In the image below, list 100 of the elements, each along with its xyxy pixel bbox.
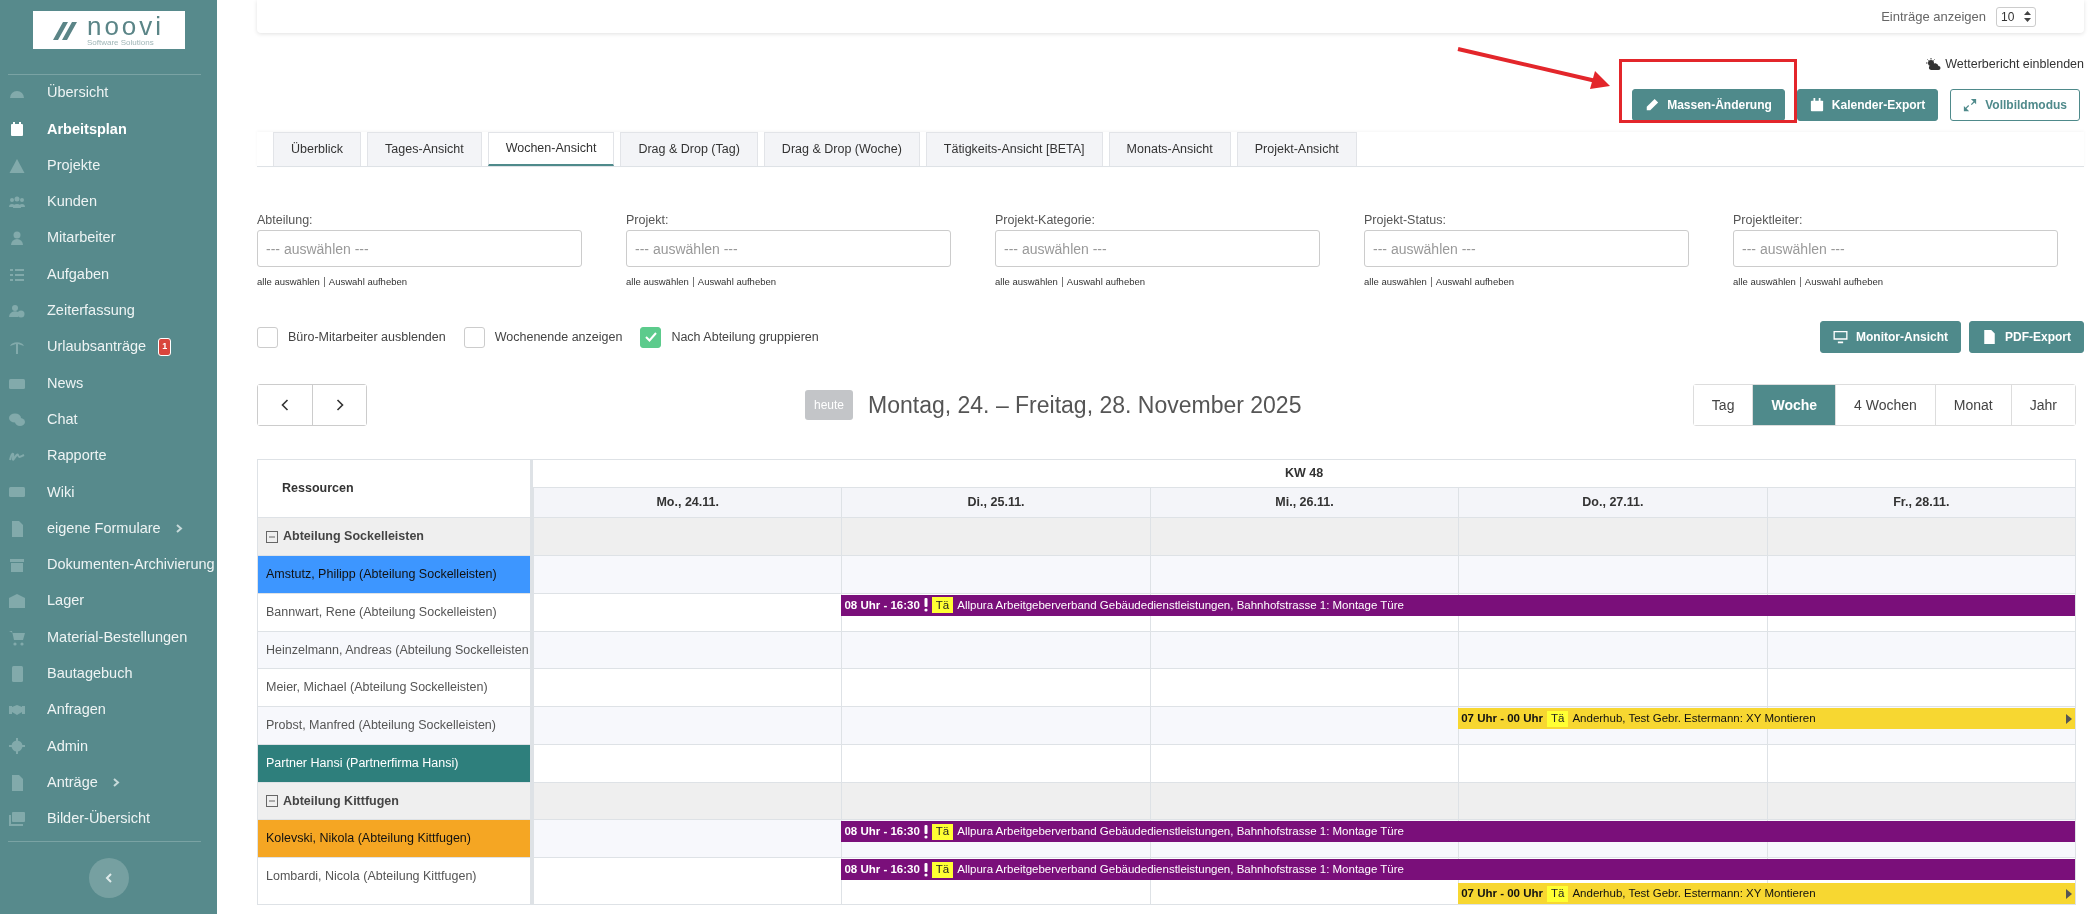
day-header: Do., 27.11. <box>1458 488 1767 518</box>
sidebar-item[interactable]: Anträge <box>0 764 217 801</box>
view-tab[interactable]: Projekt-Ansicht <box>1236 132 1357 166</box>
resource-name: Partner Hansi (Partnerfirma Hansi) <box>258 744 533 782</box>
event-tag: Tä <box>931 597 954 614</box>
sidebar-item[interactable]: Dokumenten-Archivierung <box>0 546 217 584</box>
collapse-sidebar-button[interactable] <box>88 858 129 899</box>
logo-text: noovi <box>86 13 165 39</box>
notification-badge: 1 <box>158 338 172 356</box>
clear-selection-link[interactable]: Auswahl aufheben <box>697 276 777 287</box>
select-all-link[interactable]: alle auswählen <box>257 276 320 287</box>
calendar-icon <box>8 121 26 138</box>
weather-toggle-link[interactable]: Wetterbericht einblenden <box>1945 54 2084 74</box>
checkbox[interactable] <box>463 326 485 348</box>
export-button[interactable]: PDF-Export <box>1969 321 2084 354</box>
clear-selection-link[interactable]: Auswahl aufheben <box>1435 276 1515 287</box>
export-button[interactable]: Monitor-Ansicht <box>1820 321 1961 354</box>
calendar-event[interactable]: 08 Uhr - 16:30 Tä Allpura Arbeitgeberverband Gebäudedienstleistungen, Bahnhofstrasse 1: Montage Türe <box>841 859 2075 880</box>
view-tab[interactable]: Überblick <box>273 132 362 166</box>
calendar-event[interactable]: 08 Uhr - 16:30 Tä Allpura Arbeitgeberverband Gebäudedienstleistungen, Bahnhofstrasse 1: Montage Türe <box>841 594 2075 616</box>
view-tab[interactable]: Drag & Drop (Woche) <box>763 132 920 166</box>
select-field[interactable]: --- auswählen --- <box>1733 230 2058 267</box>
group-header[interactable]: Abteilung Sockelleisten <box>258 518 533 555</box>
select-all-link[interactable]: alle auswählen <box>995 276 1058 287</box>
sidebar-item[interactable]: Zeiterfassung <box>0 292 217 330</box>
images-icon <box>8 811 26 828</box>
next-button[interactable] <box>312 385 366 426</box>
toolbar-button[interactable]: Massen-Änderung <box>1632 89 1785 121</box>
event-title: Allpura Arbeitgeberverband Gebäudedienstleistungen, Bahnhofstrasse 1: Montage Türe <box>957 597 1404 613</box>
user-icon <box>8 230 26 247</box>
palm-tree-icon <box>8 339 26 356</box>
filter-label: Projekt-Status: <box>1364 212 1447 227</box>
sidebar-item[interactable]: Admin <box>0 728 217 765</box>
chevron-right-icon <box>174 524 183 534</box>
event-tag: Tä <box>931 861 954 878</box>
toolbar-button[interactable]: Vollbildmodus <box>1950 89 2080 121</box>
view-tab[interactable]: Wochen-Ansicht <box>487 132 615 166</box>
view-tab[interactable]: Tätigkeits-Ansicht [BETA] <box>925 132 1103 166</box>
sidebar-item[interactable]: Übersicht <box>0 75 217 112</box>
group-header[interactable]: Abteilung Kittfugen <box>258 782 533 820</box>
calendar-event[interactable]: 07 Uhr - 00 Uhr Tä Anderhub, Test Gebr. Estermann: XY Montieren <box>1458 708 2075 729</box>
checkbox[interactable] <box>257 326 278 348</box>
calendar-icon <box>1809 98 1824 112</box>
select-all-link[interactable]: alle auswählen <box>626 276 689 287</box>
sidebar-item[interactable]: Rapporte <box>0 437 217 475</box>
view-tab[interactable]: Drag & Drop (Tag) <box>620 132 758 166</box>
select-field[interactable]: --- auswählen --- <box>257 230 582 267</box>
event-time: 08 Uhr - 16:30 <box>844 861 920 877</box>
sidebar-item[interactable]: Mitarbeiter <box>0 220 217 257</box>
calendar-event[interactable]: 07 Uhr - 00 Uhr Tä Anderhub, Test Gebr. Estermann: XY Montieren <box>1458 883 2075 904</box>
filter-label: Abteilung: <box>257 212 314 227</box>
clear-selection-link[interactable]: Auswahl aufheben <box>1804 276 1884 287</box>
clear-selection-link[interactable]: Auswahl aufheben <box>328 276 408 287</box>
select-all-link[interactable]: alle auswählen <box>1364 276 1427 287</box>
pdf-file-icon <box>1982 330 1997 345</box>
event-title: Anderhub, Test Gebr. Estermann: XY Montieren <box>1572 885 1816 901</box>
view-button[interactable]: Jahr <box>2010 385 2075 426</box>
event-title: Allpura Arbeitgeberverband Gebäudedienstleistungen, Bahnhofstrasse 1: Montage Türe <box>957 861 1404 877</box>
checklist-icon <box>8 266 26 283</box>
view-tab[interactable]: Tages-Ansicht <box>367 132 482 166</box>
chevron-left-icon <box>104 873 113 884</box>
archive-box-icon <box>8 557 26 573</box>
entries-select[interactable]: 10 <box>1996 6 2036 27</box>
sidebar-item[interactable]: News <box>0 365 217 402</box>
chevron-left-icon <box>281 399 289 412</box>
sidebar-item[interactable]: eigene Formulare <box>0 510 217 547</box>
toolbar-button[interactable]: Kalender-Export <box>1796 89 1939 121</box>
select-field[interactable]: --- auswählen --- <box>626 230 951 267</box>
event-tag: Tä <box>931 823 954 840</box>
sidebar-item[interactable]: Aufgaben <box>0 256 217 293</box>
chevron-right-icon <box>111 778 120 788</box>
logo-tagline: Software Solutions <box>86 39 155 47</box>
sidebar-item[interactable]: Chat <box>0 401 217 438</box>
group-title: Abteilung Kittfugen <box>283 792 399 810</box>
pencil-icon <box>1645 98 1660 112</box>
select-field[interactable]: --- auswählen --- <box>1364 230 1689 267</box>
select-all-link[interactable]: alle auswählen <box>1733 276 1796 287</box>
filter-label: Projekt: <box>626 212 670 227</box>
monitor-icon <box>1833 330 1848 345</box>
sidebar-item[interactable]: Lager <box>0 583 217 620</box>
view-tab[interactable]: Monats-Ansicht <box>1108 132 1231 166</box>
view-button[interactable]: Woche <box>1752 385 1836 426</box>
sidebar-item[interactable]: Arbeitsplan <box>0 111 217 148</box>
sidebar-item[interactable]: Bautagebuch <box>0 655 217 693</box>
resource-name: Kolevski, Nikola (Abteilung Kittfugen) <box>258 820 533 857</box>
calendar-event[interactable]: 08 Uhr - 16:30 Tä Allpura Arbeitgeberverband Gebäudedienstleistungen, Bahnhofstrasse 1: Montage Türe <box>841 821 2075 843</box>
select-field[interactable]: --- auswählen --- <box>995 230 1320 267</box>
sidebar-item[interactable]: Urlaubsanträge 1 <box>0 329 217 366</box>
clear-selection-link[interactable]: Auswahl aufheben <box>1066 276 1146 287</box>
sidebar-item[interactable]: Wiki <box>0 474 217 511</box>
sidebar-item[interactable]: Projekte <box>0 147 217 184</box>
spinner-arrows-icon <box>2024 11 2031 22</box>
cloud-sun-icon <box>1926 57 1942 71</box>
sidebar-item[interactable]: Kunden <box>0 183 217 221</box>
checkbox[interactable] <box>640 326 662 348</box>
resource-name: Amstutz, Philipp (Abteilung Sockelleisten) <box>258 556 533 593</box>
event-title: Anderhub, Test Gebr. Estermann: XY Montieren <box>1572 710 1816 726</box>
sidebar-item[interactable]: Anfragen <box>0 692 217 729</box>
filter-label: Projektleiter: <box>1733 212 1804 227</box>
day-header: Mi., 26.11. <box>1149 488 1459 518</box>
